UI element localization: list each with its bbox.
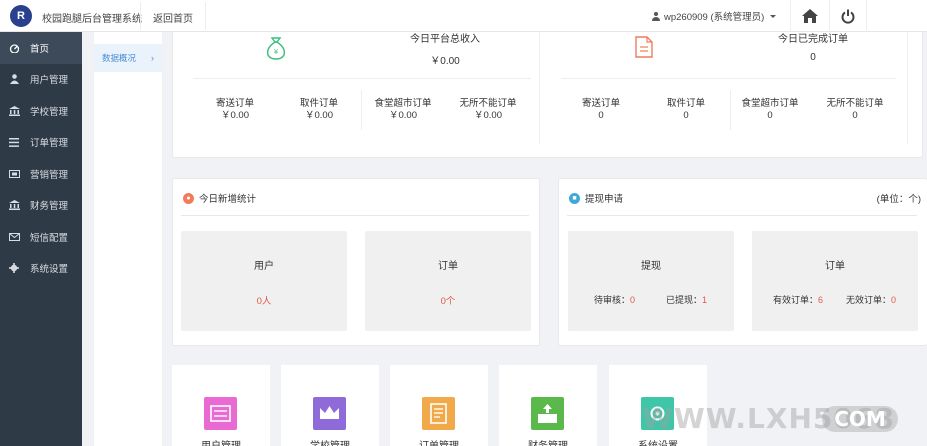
done-value: 0 [810, 52, 816, 63]
sidebar-item-finance[interactable]: 财务管理 [0, 190, 82, 222]
watermark-badge: COM [822, 406, 898, 432]
invalid-orders-count: 无效订单：0 [846, 295, 897, 305]
valid-orders-count: 有效订单：6 [773, 295, 824, 305]
income-title: 今日平台总收入 [410, 34, 480, 45]
app-logo: R [10, 5, 32, 27]
sidebar-item-schools[interactable]: 学校管理 [0, 95, 82, 127]
done-stat-anything: 无所不能订单 0 [826, 98, 884, 121]
withdrawn-count: 已提现：1 [666, 295, 708, 305]
notepad-icon [422, 397, 455, 430]
user-menu[interactable]: wp260909 (系统管理员) [644, 0, 784, 32]
new-users-box: 用户 0人 [181, 231, 347, 331]
money-bag-icon: ¥ [266, 37, 286, 60]
done-stat-canteen: 食堂超市订单 0 [741, 98, 799, 121]
sidebar-item-settings[interactable]: 系统设置 [0, 253, 82, 285]
sidebar-item-sms[interactable]: 短信配置 [0, 221, 82, 253]
chevron-down-icon [770, 14, 777, 18]
withdraw-box: 提现 待审核：0 已提现：1 [568, 231, 734, 331]
user-icon [652, 11, 660, 21]
tile-user-management[interactable]: 用户管理 [172, 365, 270, 446]
back-home-link[interactable]: 返回首页 [140, 2, 206, 30]
bank-icon [8, 105, 20, 116]
tile-school-management[interactable]: 学校管理 [281, 365, 379, 446]
pending-count: 待审核：0 [594, 295, 636, 305]
tile-finance-management[interactable]: 财务管理 [499, 365, 597, 446]
crown-icon [313, 397, 346, 430]
done-stat-pickup: 取件订单 0 [666, 98, 705, 121]
bank-icon [8, 200, 20, 211]
home-button[interactable] [790, 0, 828, 32]
user-icon [8, 74, 20, 85]
income-stat-anything: 无所不能订单 ￥0.00 [459, 98, 517, 121]
mail-icon [8, 232, 20, 242]
sidebar-item-orders[interactable]: 订单管理 [0, 127, 82, 159]
done-title: 今日已完成订单 [778, 34, 848, 45]
submenu-item-overview[interactable]: 数据概况 › [94, 44, 162, 72]
tile-order-management[interactable]: 订单管理 [390, 365, 488, 446]
new-stats-title: ● 今日新增统计 [183, 191, 256, 205]
power-icon [841, 9, 855, 24]
new-stats-card: ● 今日新增统计 用户 0人 订单 0个 [172, 178, 540, 346]
unit-label: (单位：个) [876, 194, 921, 205]
sidebar: 首页 用户管理 学校管理 订单管理 营销管理 财务管理 短信配置 系统设置 [0, 32, 82, 446]
app-title: 校园跑腿后台管理系统 [42, 14, 142, 25]
user-card-icon [204, 397, 237, 430]
withdraw-card: ■ 提现申请 (单位：个) 提现 待审核：0 已提现：1 订单 有效订单：6 无… [558, 178, 927, 346]
new-orders-box: 订单 0个 [365, 231, 531, 331]
chevron-right-icon: › [151, 53, 154, 63]
submenu: 数据概况 › [94, 32, 162, 446]
sidebar-item-home[interactable]: 首页 [0, 32, 82, 64]
user-name: wp260909 (系统管理员) [664, 12, 765, 23]
new-users-value: 0人 [256, 296, 272, 307]
svg-text:¥: ¥ [274, 48, 279, 56]
document-icon [635, 36, 653, 58]
logout-button[interactable] [829, 0, 867, 32]
overview-card: ¥ 今日平台总收入 ￥0.00 寄送订单 ￥0.00 取件订单 ￥0.00 食堂超市… [172, 32, 923, 158]
new-orders-value: 0个 [440, 296, 456, 307]
sidebar-item-marketing[interactable]: 营销管理 [0, 158, 82, 190]
stats-icon: ● [183, 192, 194, 204]
income-stat-canteen: 食堂超市订单 ￥0.00 [374, 98, 432, 121]
income-value: ￥0.00 [430, 56, 460, 67]
money-tray-icon [531, 397, 564, 430]
gear-icon [8, 263, 20, 274]
home-icon [801, 9, 818, 23]
sidebar-item-users[interactable]: 用户管理 [0, 64, 82, 96]
wallet-icon: ■ [569, 192, 580, 204]
withdraw-orders-box: 订单 有效订单：6 无效订单：0 [752, 231, 918, 331]
income-stat-pickup: 取件订单 ￥0.00 [299, 98, 338, 121]
top-header: R 校园跑腿后台管理系统 返回首页 wp260909 (系统管理员) [0, 0, 927, 32]
list-icon [8, 137, 20, 147]
ticket-icon [8, 169, 20, 179]
withdraw-title: ■ 提现申请 [569, 191, 623, 205]
done-stat-delivery: 寄送订单 0 [581, 98, 620, 121]
income-stat-delivery: 寄送订单 ￥0.00 [215, 98, 254, 121]
dashboard-icon [8, 43, 20, 53]
